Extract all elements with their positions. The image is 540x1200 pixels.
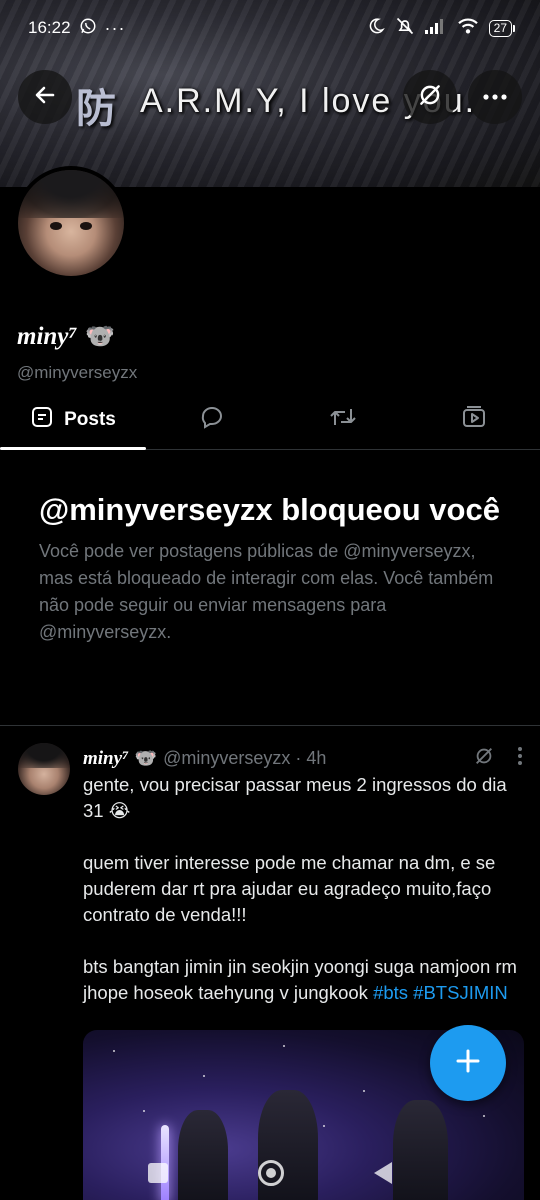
- blocked-title: @minyverseyzx bloqueou você: [39, 492, 500, 527]
- hashtag-bts[interactable]: #bts: [373, 982, 408, 1003]
- system-back-button[interactable]: [374, 1161, 392, 1184]
- tweet-paragraph-1: gente, vou precisar passar meus 2 ingres…: [83, 774, 507, 821]
- system-nav-bar: [0, 1145, 540, 1200]
- divider: [0, 725, 540, 726]
- blocked-notice: @minyverseyzx bloqueou você Você pode ve…: [39, 490, 509, 646]
- reply-icon: [199, 405, 225, 434]
- koala-emoji: 🐨: [85, 323, 115, 350]
- plus-icon: [455, 1048, 481, 1079]
- arrow-left-icon: [33, 83, 57, 112]
- profile-name-row: miny⁷ 🐨: [17, 322, 115, 351]
- battery-icon: 27: [488, 19, 516, 37]
- banner-glyph: 防: [76, 87, 116, 131]
- status-time: 16:22: [28, 18, 71, 37]
- tab-posts[interactable]: Posts: [0, 390, 146, 450]
- compose-button[interactable]: [430, 1025, 506, 1101]
- tab-replies[interactable]: [146, 390, 277, 449]
- more-button[interactable]: [468, 70, 522, 124]
- tweet-header: miny⁷ 🐨 @minyverseyzx · 4h: [83, 745, 523, 772]
- blocked-description: Você pode ver postagens públicas de @min…: [39, 541, 494, 642]
- profile-display-name: miny⁷: [17, 322, 78, 350]
- moon-icon: [367, 17, 385, 40]
- back-button[interactable]: [18, 70, 72, 124]
- tab-media[interactable]: [409, 390, 540, 449]
- posts-icon: [30, 405, 54, 434]
- mute-icon: [395, 16, 415, 41]
- tweet-body: gente, vou precisar passar meus 2 ingres…: [83, 772, 528, 1032]
- ellipsis-icon: [482, 88, 508, 106]
- profile-handle: @minyverseyzx: [17, 363, 138, 382]
- tweet-paragraph-3: bts bangtan jimin jin seokjin yoongi sug…: [83, 954, 528, 1006]
- media-icon: [461, 404, 487, 435]
- signal-icon: [424, 18, 447, 39]
- tab-reposts[interactable]: [277, 390, 408, 449]
- status-bar: 16:22 ··· 27: [0, 0, 540, 56]
- profile-tabs: Posts: [0, 390, 540, 450]
- more-notifications-icon: ···: [104, 17, 126, 38]
- profile-avatar[interactable]: [14, 166, 128, 280]
- tweet-display-name[interactable]: miny⁷: [83, 748, 129, 770]
- repost-icon: [329, 405, 357, 434]
- home-button[interactable]: [258, 1159, 284, 1186]
- grok-button[interactable]: [403, 70, 457, 124]
- slash-circle-icon: [417, 82, 443, 113]
- wifi-icon: [457, 17, 479, 40]
- tweet-avatar[interactable]: [18, 743, 70, 795]
- tweet-meta: @minyverseyzx · 4h: [163, 748, 327, 768]
- whatsapp-icon: [79, 17, 97, 40]
- hashtag-btsjimin[interactable]: #BTSJIMIN: [413, 982, 508, 1003]
- tweet-paragraph-2: quem tiver interesse pode me chamar na d…: [83, 852, 496, 925]
- tab-posts-label: Posts: [64, 408, 116, 430]
- tweet-more-icon[interactable]: [517, 746, 523, 771]
- recents-button[interactable]: [148, 1162, 168, 1183]
- tweet-koala-emoji: 🐨: [134, 748, 158, 768]
- grok-tweet-icon[interactable]: [473, 745, 495, 772]
